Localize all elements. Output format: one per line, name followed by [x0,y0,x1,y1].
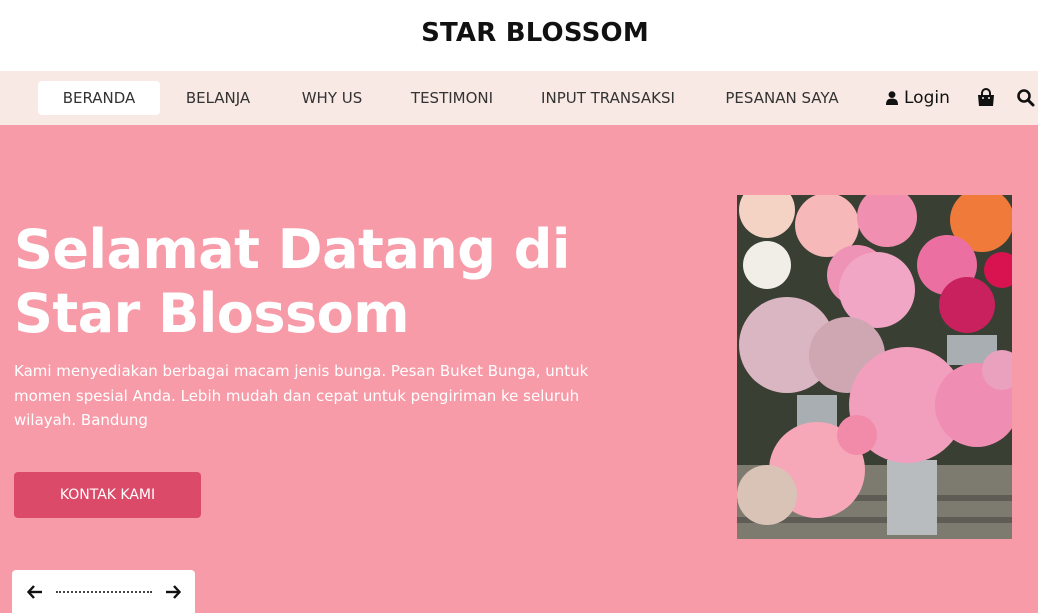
arrow-left-icon[interactable] [26,583,44,601]
nav-item-testimoni[interactable]: TESTIMONI [398,81,506,115]
slider-progress-track [56,591,152,593]
nav-item-why-us[interactable]: WHY US [288,81,376,115]
nav-item-pesanan-saya[interactable]: PESANAN SAYA [710,81,854,115]
login-link[interactable]: Login [886,81,950,115]
hero-title: Selamat Datang di Star Blossom [14,218,570,345]
hero-description: Kami menyediakan berbagai macam jenis bu… [14,362,589,429]
user-icon [886,91,898,105]
flower-image [737,195,1012,539]
contact-button[interactable]: KONTAK KAMI [14,472,201,518]
slider-controls [12,570,195,613]
login-label: Login [904,88,950,108]
shopping-bag-icon[interactable] [976,88,996,108]
arrow-right-icon[interactable] [164,583,182,601]
brand-header: STAR BLOSSOM [0,0,1038,71]
hero-section: Selamat Datang di Star Blossom Kami meny… [0,125,1038,613]
main-navbar: BERANDA BELANJA WHY US TESTIMONI INPUT T… [0,71,1038,125]
brand-title[interactable]: STAR BLOSSOM [0,18,1038,48]
nav-item-input-transaksi[interactable]: INPUT TRANSAKSI [528,81,688,115]
nav-item-belanja[interactable]: BELANJA [172,81,264,115]
search-icon[interactable] [1016,88,1036,108]
nav-item-beranda[interactable]: BERANDA [38,81,160,115]
